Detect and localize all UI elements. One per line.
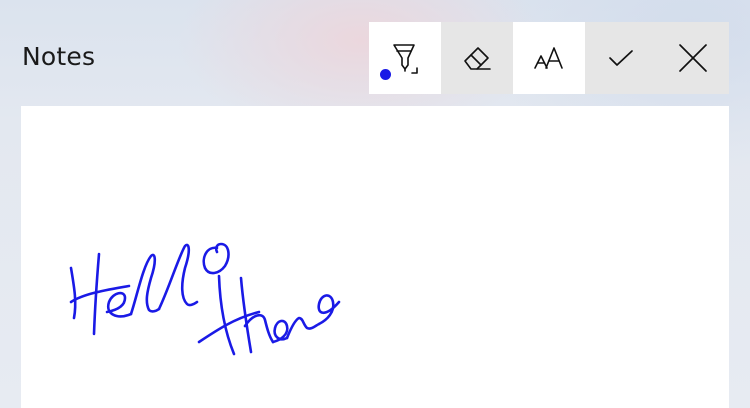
handwriting-hello — [69, 242, 230, 336]
pen-color-indicator — [380, 69, 391, 80]
eraser-icon — [459, 40, 495, 76]
close-icon — [675, 40, 711, 76]
app-title: Notes — [22, 42, 96, 71]
text-aa-icon — [529, 38, 569, 78]
pen-tool-button[interactable] — [369, 22, 441, 94]
cancel-button[interactable] — [657, 22, 729, 94]
ink-canvas[interactable] — [21, 106, 729, 408]
eraser-tool-button[interactable] — [441, 22, 513, 94]
handwriting-there — [197, 274, 341, 356]
convert-to-text-button[interactable] — [513, 22, 585, 94]
accept-button[interactable] — [585, 22, 657, 94]
ballpoint-pen-icon — [385, 38, 425, 78]
ink-toolbar — [369, 22, 729, 94]
checkmark-icon — [603, 40, 639, 76]
